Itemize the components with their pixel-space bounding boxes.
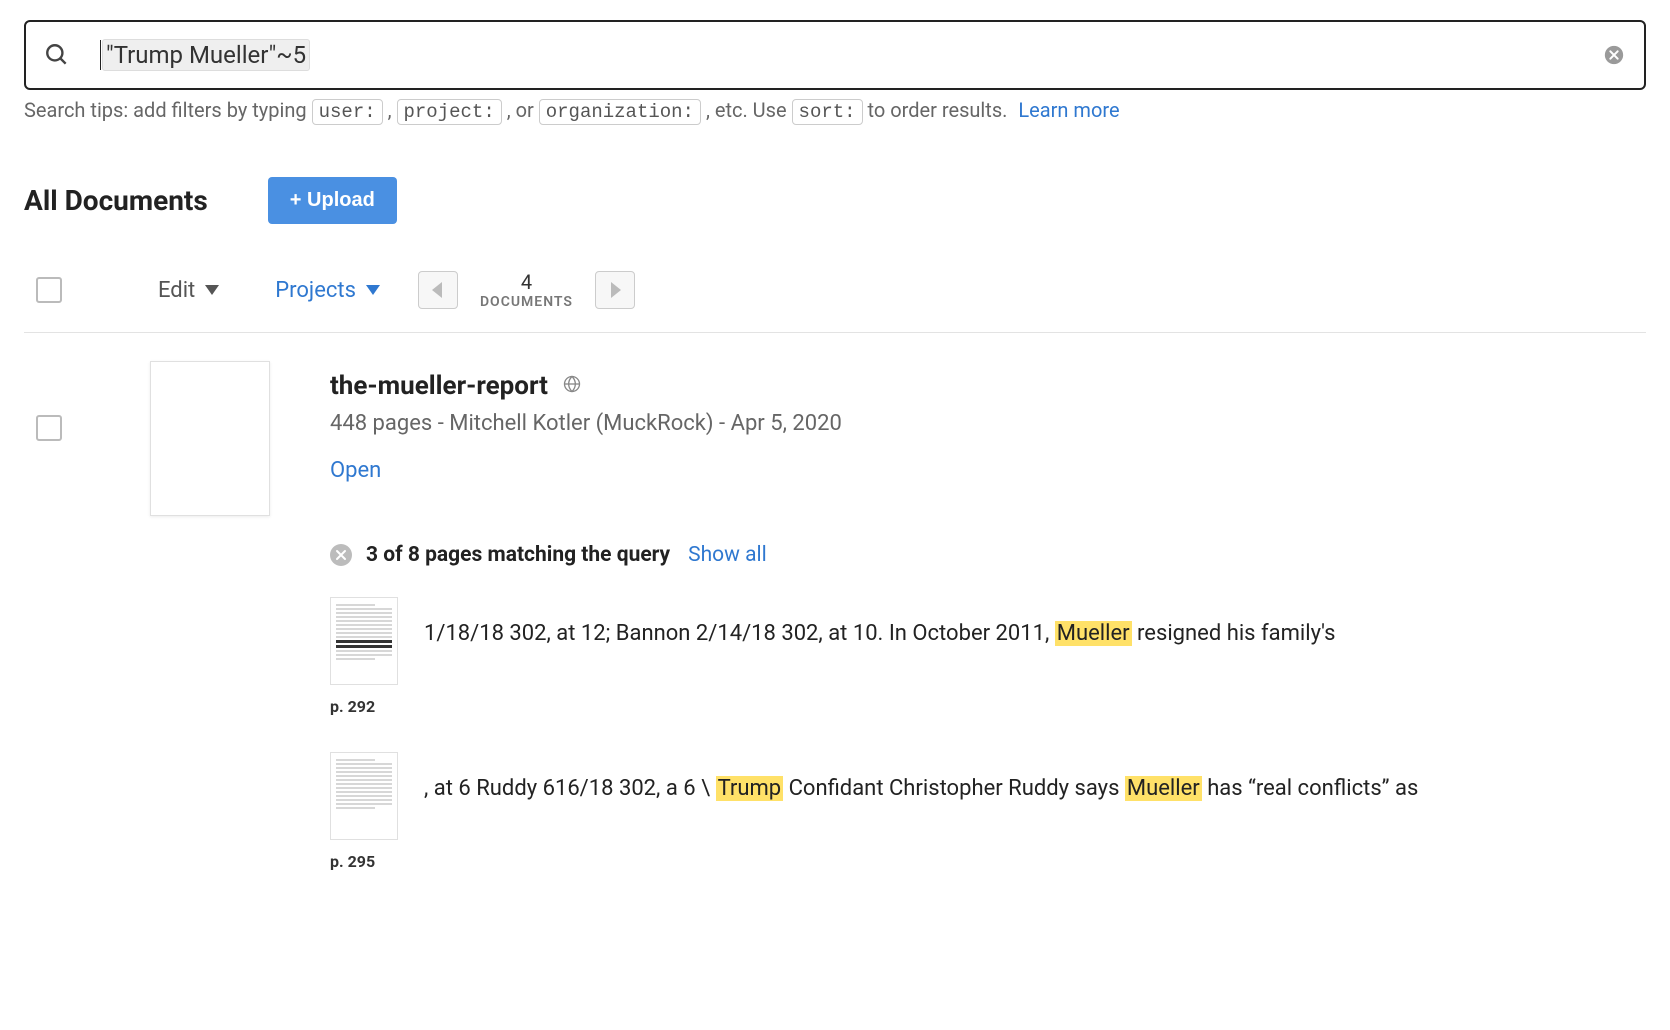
result-meta: the-mueller-report 448 pages - Mitchell … [330,361,1646,907]
snippet-list: p. 292 1/18/18 302, at 12; Bannon 2/14/1… [330,597,1646,871]
doc-count: 4 [480,270,573,294]
toolbar: Edit Projects 4 DOCUMENTS [24,270,1646,333]
projects-label: Projects [275,278,356,303]
pager-prev-button[interactable] [418,271,458,309]
show-all-link[interactable]: Show all [688,543,767,567]
pager: 4 DOCUMENTS [418,270,635,310]
snippet-item: p. 295 , at 6 Ruddy 616/18 302, a 6 \ Tr… [330,752,1646,871]
highlight: Mueller [1055,621,1132,646]
tips-sep: , [388,98,397,122]
tips-filter-project: project: [397,99,502,125]
edit-dropdown[interactable]: Edit [158,278,219,303]
close-icon [335,549,347,561]
page-title: All Documents [24,184,208,217]
chevron-down-icon [366,285,380,295]
match-summary-text: 3 of 8 pages matching the query [366,543,670,567]
document-subtitle: 448 pages - Mitchell Kotler (MuckRock) -… [330,411,1646,436]
document-title[interactable]: the-mueller-report [330,371,548,401]
result-checkbox[interactable] [36,415,62,441]
snippet-post: has “real conflicts” as [1202,776,1419,801]
tips-filter-user: user: [312,99,383,125]
tips-prefix: Search tips: add filters by typing [24,98,312,122]
projects-dropdown[interactable]: Projects [275,278,380,303]
search-tips: Search tips: add filters by typing user:… [24,98,1646,123]
tips-filter-sort: sort: [792,99,863,125]
pager-next-button[interactable] [595,271,635,309]
select-all-checkbox[interactable] [36,277,62,303]
snippet-item: p. 292 1/18/18 302, at 12; Bannon 2/14/1… [330,597,1646,716]
upload-button[interactable]: + Upload [268,177,397,224]
tips-sep: , or [507,98,539,122]
search-query-chip: "Trump Mueller"~5 [102,39,310,71]
learn-more-link[interactable]: Learn more [1018,98,1119,122]
snippet-text: 1/18/18 302, at 12; Bannon 2/14/18 302, … [424,619,1336,650]
search-input[interactable]: "Trump Mueller"~5 [100,39,1602,71]
page-header: All Documents + Upload [24,177,1646,224]
dismiss-matches-button[interactable] [330,544,352,566]
clear-search-button[interactable] [1602,43,1626,67]
highlight: Trump [716,776,784,801]
triangle-right-icon [607,281,623,299]
chevron-down-icon [205,285,219,295]
tips-suffix: to order results. [868,98,1013,122]
edit-label: Edit [158,278,195,303]
doc-count-label: DOCUMENTS [480,294,573,310]
search-bar[interactable]: "Trump Mueller"~5 [24,20,1646,90]
tips-sep: , etc. Use [706,98,792,122]
text-cursor [100,40,101,70]
result-row: the-mueller-report 448 pages - Mitchell … [24,357,1646,907]
snippet-thumbnail[interactable] [330,752,398,840]
close-icon [1603,44,1625,66]
snippet-mid: resigned his family's [1132,621,1336,646]
match-summary-row: 3 of 8 pages matching the query Show all [330,543,1646,567]
open-link[interactable]: Open [330,458,381,483]
document-thumbnail[interactable] [150,361,270,516]
snippet-pre: , at 6 Ruddy 616/18 302, a 6 \ [424,776,716,801]
page-number: p. 292 [330,697,398,716]
highlight: Mueller [1125,776,1202,801]
triangle-left-icon [430,281,446,299]
snippet-thumbnail[interactable] [330,597,398,685]
snippet-pre: 1/18/18 302, at 12; Bannon 2/14/18 302, … [424,621,1055,646]
page-number: p. 295 [330,852,398,871]
search-icon [44,42,70,68]
snippet-mid: Confidant Christopher Ruddy says [783,776,1125,801]
pager-count: 4 DOCUMENTS [480,270,573,310]
globe-icon [562,374,582,398]
tips-filter-organization: organization: [539,99,701,125]
snippet-text: , at 6 Ruddy 616/18 302, a 6 \ Trump Con… [424,774,1418,805]
